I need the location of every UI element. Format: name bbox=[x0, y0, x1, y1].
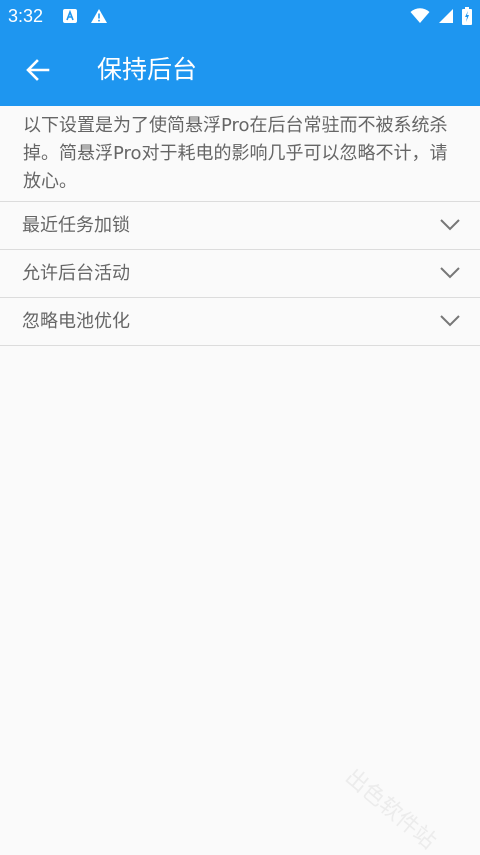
chevron-down-icon bbox=[440, 265, 460, 279]
arrow-left-icon bbox=[26, 59, 50, 81]
status-bar: 3:32 bbox=[0, 0, 480, 34]
description-text: 以下设置是为了使简悬浮Pro在后台常驻而不被系统杀掉。简悬浮Pro对于耗电的影响… bbox=[23, 115, 448, 192]
status-time: 3:32 bbox=[8, 6, 44, 26]
setting-item-label: 忽略电池优化 bbox=[22, 311, 130, 332]
setting-item-label: 允许后台活动 bbox=[22, 263, 130, 284]
setting-item-label: 最近任务加锁 bbox=[22, 215, 130, 236]
setting-item-ignore-battery-optimization[interactable]: 忽略电池优化 bbox=[0, 297, 480, 346]
chevron-down-icon bbox=[440, 313, 460, 327]
setting-item-lock-recent-task[interactable]: 最近任务加锁 bbox=[0, 201, 480, 249]
a-notification-icon bbox=[62, 8, 78, 28]
chevron-down-icon bbox=[440, 217, 460, 231]
status-left-icons bbox=[62, 8, 108, 28]
battery-icon bbox=[462, 7, 472, 29]
page-title: 保持后台 bbox=[97, 55, 198, 84]
wifi-icon bbox=[410, 8, 430, 28]
app-bar: 保持后台 bbox=[0, 34, 480, 106]
setting-item-allow-background[interactable]: 允许后台活动 bbox=[0, 249, 480, 297]
signal-icon bbox=[438, 8, 454, 28]
settings-list: 最近任务加锁 允许后台活动 忽略电池优化 bbox=[0, 201, 480, 346]
watermark: 出色软件站 bbox=[340, 764, 441, 855]
back-button[interactable] bbox=[24, 56, 52, 84]
status-right-icons bbox=[410, 7, 472, 29]
warning-icon bbox=[90, 8, 108, 28]
